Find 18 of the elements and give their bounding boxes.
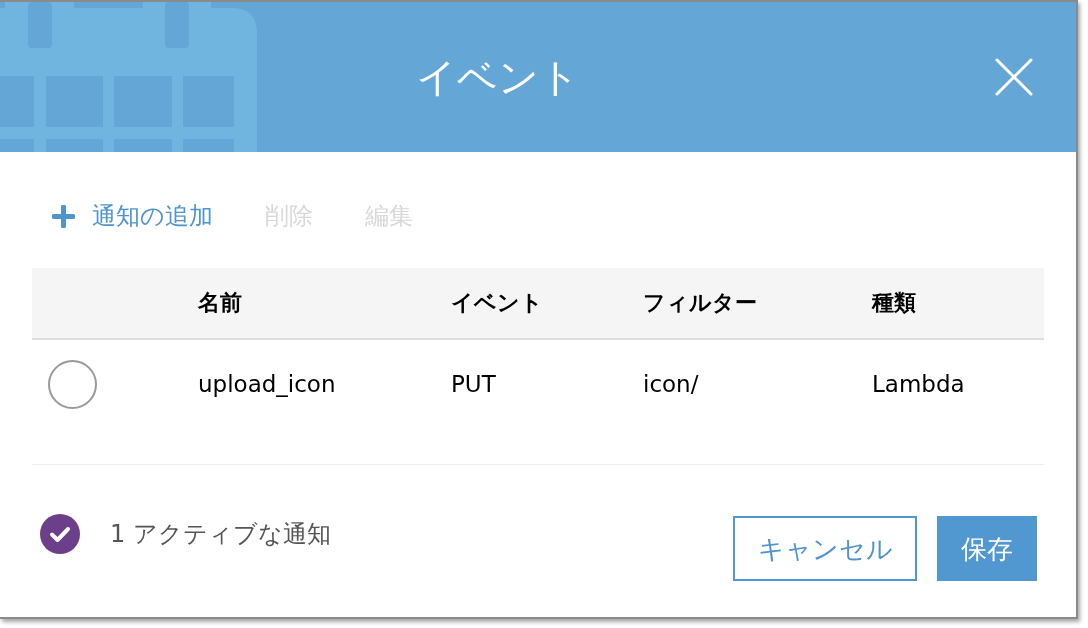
table-cell: Lambda [872, 373, 965, 396]
table-cell: upload_icon [198, 373, 336, 396]
column-header: 名前 [198, 292, 242, 314]
row-radio[interactable] [48, 360, 97, 409]
save-button[interactable]: 保存 [937, 516, 1037, 581]
column-header: フィルター [643, 292, 757, 314]
column-header: 種類 [872, 292, 916, 314]
close-button[interactable] [995, 58, 1033, 96]
cancel-button[interactable]: キャンセル [733, 516, 917, 581]
table-cell: icon/ [643, 373, 699, 396]
close-icon [995, 58, 1033, 96]
check-circle-icon [40, 514, 80, 554]
add-notification-button[interactable]: 通知の追加 [52, 204, 213, 228]
plus-icon [52, 204, 75, 228]
status-text: 1 アクティブな通知 [110, 522, 331, 546]
column-header: イベント [451, 292, 543, 314]
dialog-title: イベント [415, 57, 580, 97]
table-cell: PUT [451, 373, 496, 396]
